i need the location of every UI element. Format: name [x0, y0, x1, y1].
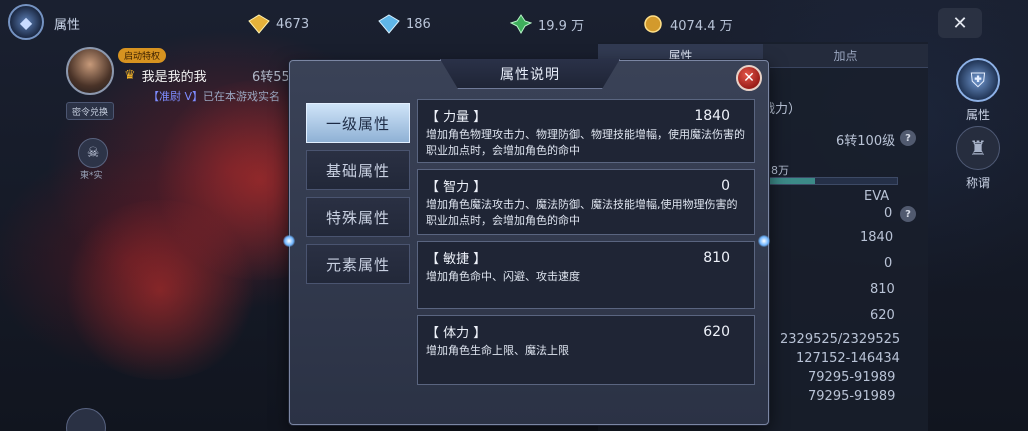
dialog-header: 属性说明	[440, 59, 620, 89]
resource-gold-coin: 4074.4 万	[642, 14, 733, 34]
attribute-list: 【 力量 】 1840 增加角色物理攻击力、物理防御、物理技能增幅，使用魔法伤害…	[417, 99, 757, 391]
stat-value: 810	[870, 282, 895, 297]
player-name: 我是我的我	[141, 70, 207, 85]
glow-ornament	[283, 235, 295, 247]
attribute-header: 【 力量 】 1840	[426, 106, 746, 126]
redeem-code-button[interactable]: 密令兑换	[66, 102, 114, 120]
help-icon[interactable]: ?	[900, 130, 916, 146]
nav-item-titles[interactable]: ♜ 称谓	[938, 126, 1018, 191]
vip-privilege-badge[interactable]: 启动特权	[118, 48, 167, 63]
side-icon-label: 東*实	[80, 171, 103, 181]
player-level: 6转55	[252, 70, 290, 85]
stat-value: 1840	[860, 230, 894, 245]
dragon-art-wing	[60, 200, 260, 380]
attribute-description: 增加角色命中、闪避、攻击速度	[426, 270, 580, 283]
attribute-name: 【 敏捷 】	[426, 252, 487, 267]
crown-icon: ♛	[124, 68, 136, 83]
resource-value: 4673	[276, 16, 310, 32]
eva-label: EVA	[864, 189, 890, 204]
attribute-value: 0	[721, 177, 730, 194]
attribute-name: 【 体力 】	[426, 326, 487, 341]
stat-value: 2329525/2329525	[780, 332, 901, 347]
attribute-header: 【 智力 】 0	[426, 176, 746, 196]
nav-item-attributes[interactable]: ⛨ 属性	[938, 58, 1018, 123]
level-text: 6转100级	[836, 134, 896, 149]
nav-label: 称谓	[965, 176, 990, 190]
close-page-button[interactable]: ✕	[938, 8, 982, 38]
dialog-close-button[interactable]: ✕	[736, 65, 762, 91]
notice-text: 已在本游戏实名	[203, 90, 281, 103]
dialog-title: 属性说明	[500, 66, 560, 83]
tab-primary-attributes[interactable]: 一级属性	[306, 103, 410, 143]
stat-value: 79295-91989	[808, 370, 896, 385]
yellow-diamond-icon	[248, 14, 270, 34]
tab-add-points[interactable]: 加点	[763, 44, 928, 68]
attribute-name: 【 智力 】	[426, 180, 487, 195]
stat-value: 620	[870, 308, 895, 323]
resource-yellow-diamond: 4673	[248, 14, 309, 34]
help-icon[interactable]: ?	[900, 206, 916, 222]
right-navigation: ⛨ 属性 ♜ 称谓	[928, 42, 1028, 431]
exp-progress-bar	[760, 177, 898, 185]
stat-value: 0	[884, 256, 893, 271]
attribute-card-stamina: 【 体力 】 620 增加角色生命上限、魔法上限	[417, 315, 755, 385]
attribute-card-strength: 【 力量 】 1840 增加角色物理攻击力、物理防御、物理技能增幅，使用魔法伤害…	[417, 99, 755, 163]
nav-label: 属性	[965, 108, 990, 122]
tab-element-attributes[interactable]: 元素属性	[306, 244, 410, 284]
attribute-value: 1840	[694, 107, 730, 124]
attribute-badge-icon[interactable]: ◆	[8, 4, 44, 40]
attribute-header: 【 体力 】 620	[426, 322, 746, 342]
attribute-help-dialog: 属性说明 ✕ 一级属性 基础属性 特殊属性 元素属性 【 力量 】 1840 增…	[283, 59, 770, 425]
notice-tag: 【准尉 V】	[148, 90, 204, 103]
attribute-card-intelligence: 【 智力 】 0 增加角色魔法攻击力、魔法防御、魔法技能增幅,使用物理伤害的职业…	[417, 169, 755, 235]
resource-green-gem: 19.9 万	[510, 14, 584, 34]
player-name-row: ♛ 我是我的我	[124, 66, 207, 85]
page-title: 属性	[54, 18, 81, 33]
gold-coin-icon	[644, 15, 662, 33]
glow-ornament	[758, 235, 770, 247]
attribute-value: 620	[703, 323, 730, 340]
title-icon: ♜	[956, 126, 1000, 170]
attribute-description: 增加角色魔法攻击力、魔法防御、魔法技能增幅,使用物理伤害的职业加点时，会增加角色…	[426, 198, 738, 227]
attribute-value: 810	[703, 249, 730, 266]
green-gem-icon	[510, 14, 532, 34]
tab-basic-attributes[interactable]: 基础属性	[306, 150, 410, 190]
skull-icon[interactable]: ☠	[78, 138, 108, 168]
dialog-tab-list: 一级属性 基础属性 特殊属性 元素属性	[306, 103, 412, 291]
blue-diamond-icon	[378, 14, 400, 34]
resource-value: 186	[406, 16, 431, 32]
exp-progress-fill	[761, 178, 816, 184]
system-notice: 【准尉 V】已在本游戏实名	[148, 88, 280, 104]
attribute-name: 【 力量 】	[426, 110, 487, 125]
attribute-header: 【 敏捷 】 810	[426, 248, 746, 268]
avatar[interactable]	[66, 47, 114, 95]
attribute-card-agility: 【 敏捷 】 810 增加角色命中、闪避、攻击速度	[417, 241, 755, 309]
stat-value: 0	[884, 206, 893, 221]
attribute-description: 增加角色生命上限、魔法上限	[426, 344, 569, 357]
resource-blue-diamond: 186	[378, 14, 431, 34]
resource-value: 19.9 万	[538, 18, 585, 34]
stat-value: 79295-91989	[808, 389, 896, 404]
attribute-description: 增加角色物理攻击力、物理防御、物理技能增幅，使用魔法伤害的职业加点时，会增加角色…	[426, 128, 745, 157]
resource-value: 4074.4 万	[670, 18, 733, 34]
stat-value: 127152-146434	[796, 351, 900, 366]
tab-special-attributes[interactable]: 特殊属性	[306, 197, 410, 237]
helmet-icon: ⛨	[956, 58, 1000, 102]
